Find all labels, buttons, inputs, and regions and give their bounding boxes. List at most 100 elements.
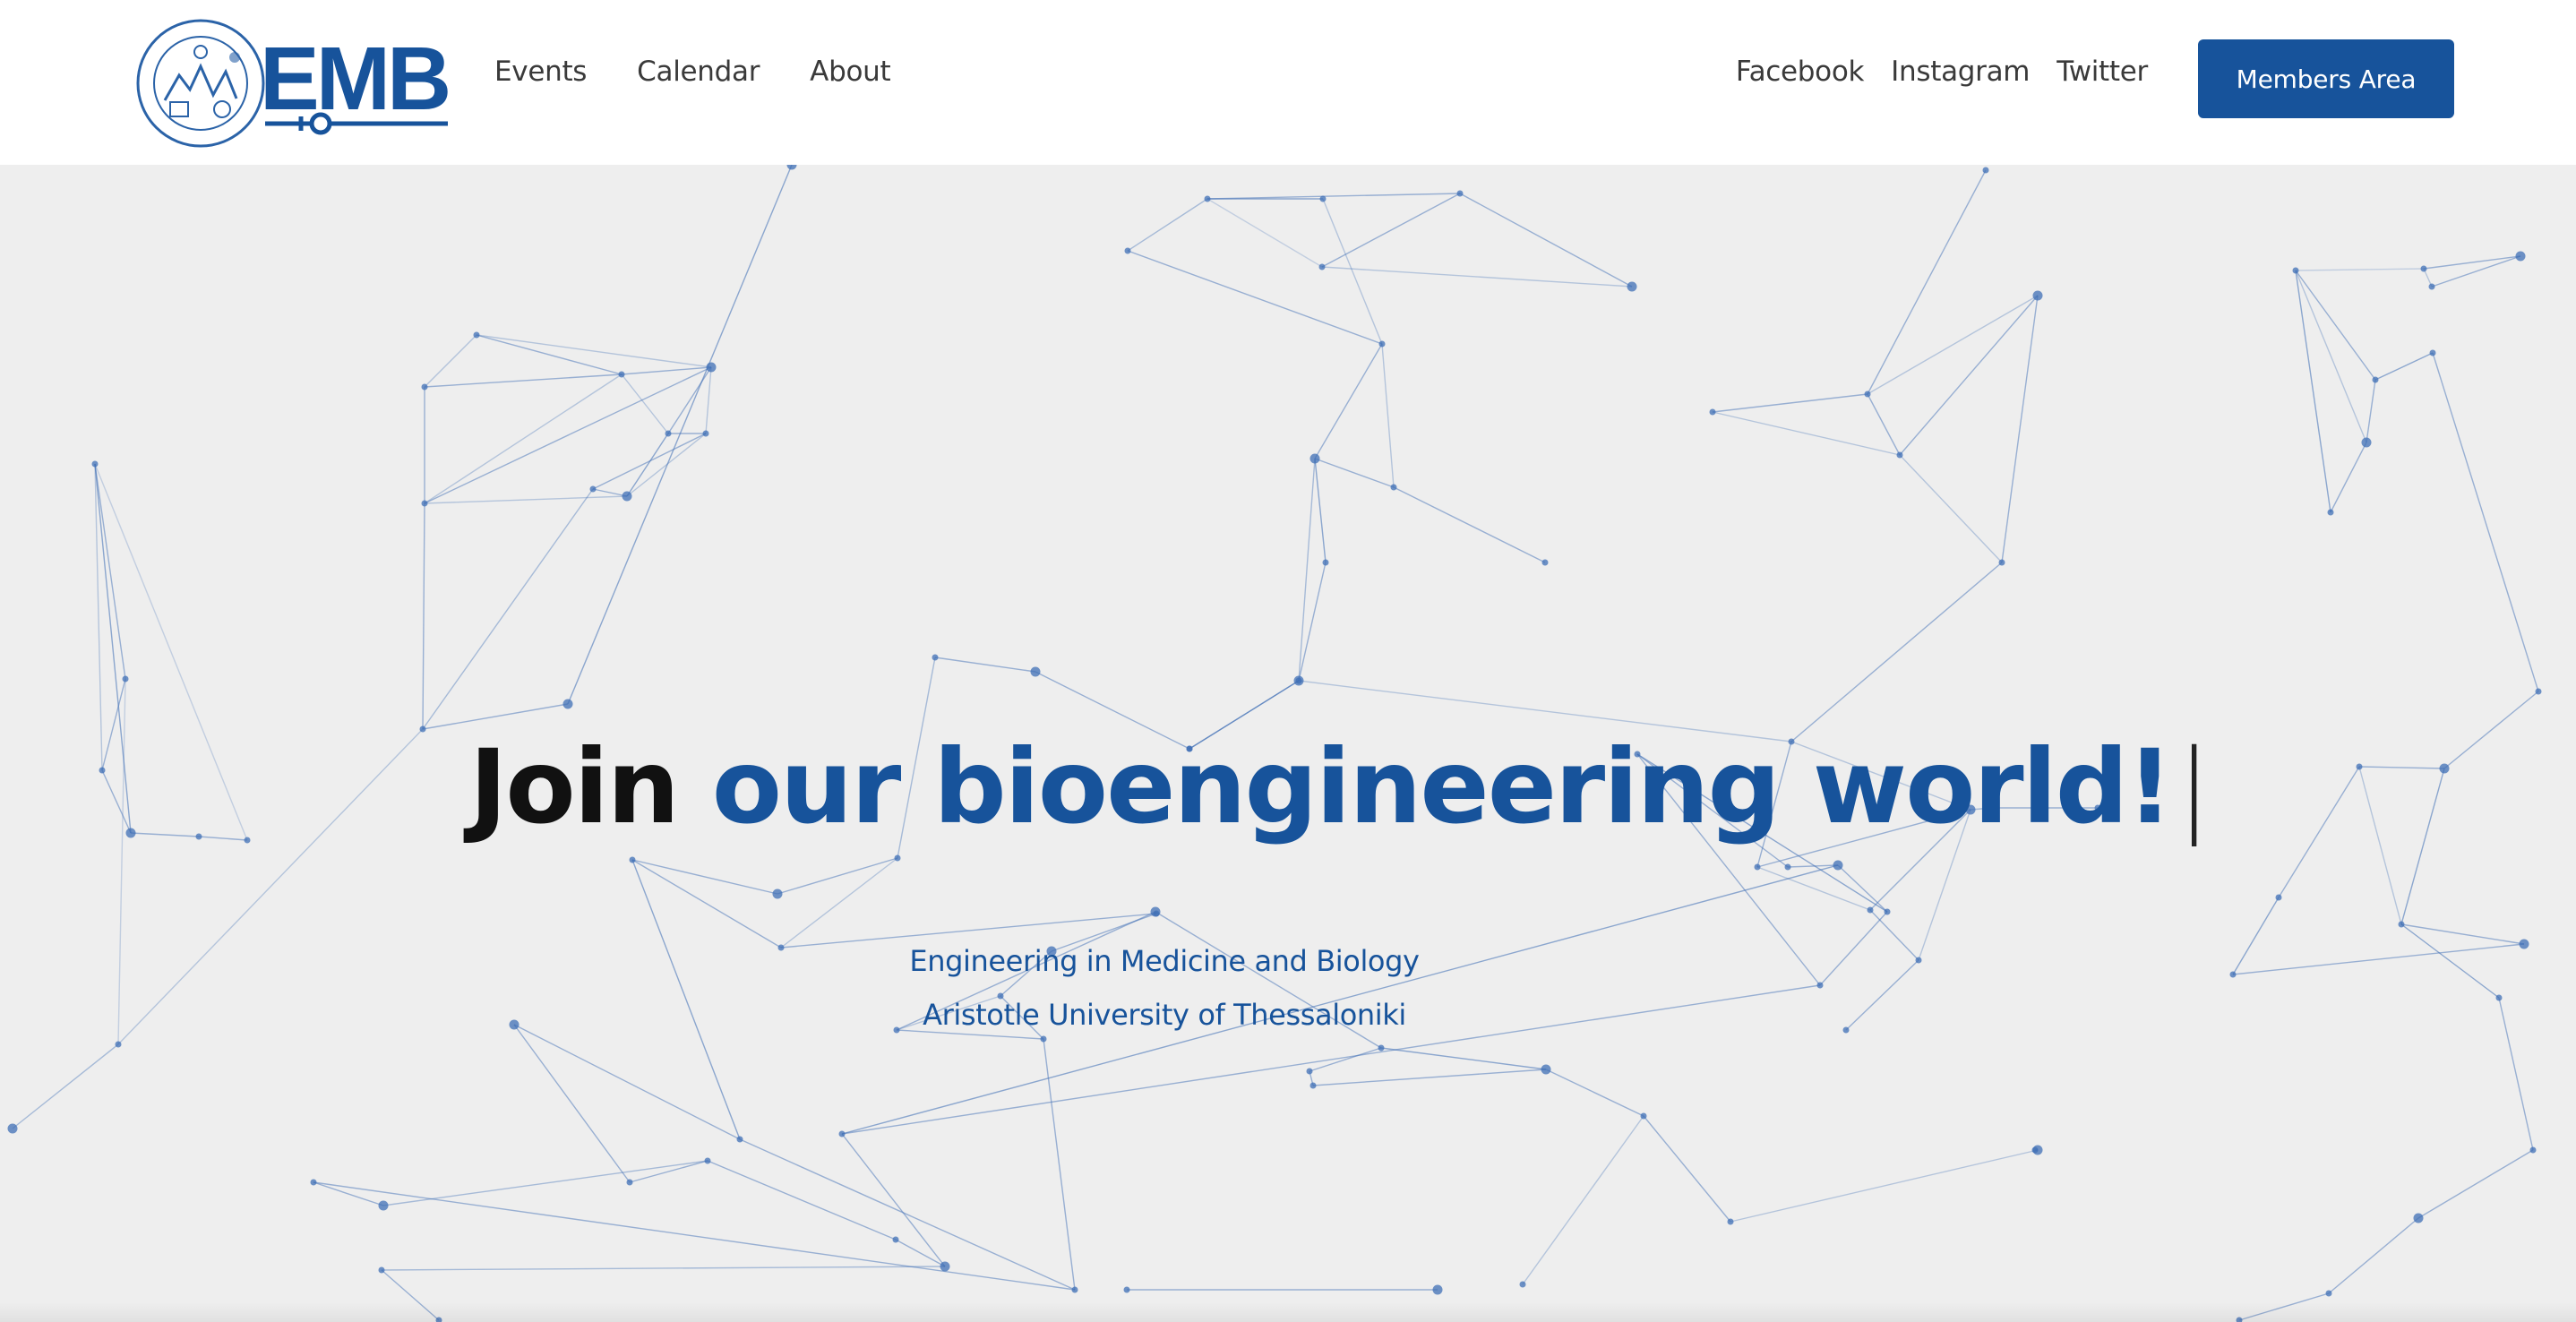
emb-logo[interactable]: EMB	[125, 13, 453, 154]
network-node	[2292, 267, 2299, 274]
network-node	[786, 165, 797, 170]
network-edge	[1899, 295, 2039, 456]
network-edge	[2001, 295, 2039, 563]
network-node	[1322, 559, 1329, 566]
network-node	[2372, 376, 2379, 383]
network-edge	[1380, 1047, 1547, 1070]
network-node	[1040, 1035, 1047, 1043]
network-node	[473, 331, 480, 339]
network-edge	[422, 488, 594, 730]
network-node	[892, 1236, 899, 1243]
network-edge	[1393, 486, 1546, 563]
network-node	[1541, 1064, 1551, 1075]
network-node	[1071, 1286, 1078, 1293]
network-edge	[592, 433, 707, 490]
nav-link-events[interactable]: Events	[494, 56, 587, 88]
network-node	[122, 675, 129, 682]
network-edge	[1321, 266, 1633, 288]
network-edge	[2328, 1217, 2419, 1294]
hero-bottom-shadow	[0, 1302, 2576, 1322]
network-edge	[382, 1160, 708, 1206]
network-node	[2535, 688, 2542, 695]
network-edge	[1206, 193, 1461, 200]
network-edge	[476, 334, 623, 375]
network-node	[2361, 437, 2372, 448]
network-node	[2495, 994, 2503, 1001]
network-edge	[1309, 1047, 1382, 1072]
network-edge	[476, 334, 712, 368]
network-node	[419, 725, 426, 733]
network-node	[1378, 340, 1386, 348]
network-edge	[424, 495, 628, 504]
network-node	[1627, 281, 1637, 292]
network-edge	[513, 1024, 631, 1183]
network-node	[1833, 860, 1843, 871]
network-node	[378, 1200, 389, 1211]
network-edge	[422, 502, 425, 730]
nav-link-twitter[interactable]: Twitter	[2057, 56, 2148, 88]
network-node	[2420, 265, 2427, 272]
network-edge	[1043, 1038, 1076, 1291]
network-node	[91, 460, 99, 468]
network-edge	[2431, 255, 2521, 288]
network-edge	[1459, 193, 1633, 288]
network-edge	[631, 859, 782, 949]
network-node	[894, 854, 901, 862]
network-node	[1432, 1284, 1443, 1295]
network-node	[1896, 451, 1903, 459]
network-node	[736, 1136, 743, 1143]
network-edge	[629, 1160, 708, 1183]
network-edge	[592, 488, 628, 497]
network-edge	[1712, 393, 1868, 413]
network-node	[665, 430, 672, 437]
network-node	[1998, 559, 2005, 566]
network-edge	[12, 1043, 119, 1129]
network-node	[618, 371, 625, 378]
nav-link-about[interactable]: About	[810, 56, 890, 88]
nav-link-calendar[interactable]: Calendar	[637, 56, 760, 88]
network-edge	[567, 165, 793, 705]
network-edge	[1314, 458, 1327, 563]
network-node	[1816, 982, 1824, 989]
network-edge	[424, 373, 623, 388]
network-edge	[2366, 379, 2376, 443]
network-edge	[424, 334, 477, 388]
nav-link-instagram[interactable]: Instagram	[1891, 56, 2030, 88]
network-node	[1390, 484, 1397, 491]
network-node	[378, 1266, 385, 1274]
logo-text: EMB	[260, 29, 448, 129]
network-node	[1640, 1112, 1647, 1120]
network-node	[772, 888, 783, 899]
emb-logo-graphic: EMB	[136, 19, 451, 148]
network-edge	[1314, 458, 1395, 488]
network-edge	[841, 1133, 946, 1267]
network-edge	[1314, 343, 1383, 459]
network-node	[1150, 906, 1161, 917]
network-node	[1295, 677, 1302, 684]
hero-subtitle-line1: Engineering in Medicine and Biology	[909, 944, 1420, 978]
network-node	[589, 485, 597, 493]
network-node	[310, 1179, 317, 1186]
network-edge	[1545, 1069, 1644, 1117]
network-edge	[1312, 1069, 1547, 1086]
network-node	[2327, 509, 2334, 516]
network-node	[1982, 167, 1989, 174]
network-node	[1030, 666, 1041, 677]
network-node	[2429, 349, 2436, 356]
network-edge	[313, 1181, 384, 1206]
network-edge	[780, 913, 1157, 949]
network-edge	[631, 859, 778, 895]
social-nav: Facebook Instagram Twitter	[1709, 56, 2148, 88]
network-edge	[777, 857, 898, 895]
members-area-button[interactable]: Members Area	[2198, 39, 2454, 118]
network-node	[629, 856, 636, 863]
nav-link-facebook[interactable]: Facebook	[1736, 56, 1865, 88]
network-node	[562, 699, 573, 709]
network-node	[1306, 1068, 1313, 1075]
network-edge	[2417, 1149, 2534, 1219]
network-node	[7, 1123, 18, 1134]
network-edge	[1712, 411, 1901, 456]
network-node	[1378, 1044, 1385, 1052]
network-node	[1319, 195, 1327, 202]
network-edge	[1127, 250, 1383, 345]
